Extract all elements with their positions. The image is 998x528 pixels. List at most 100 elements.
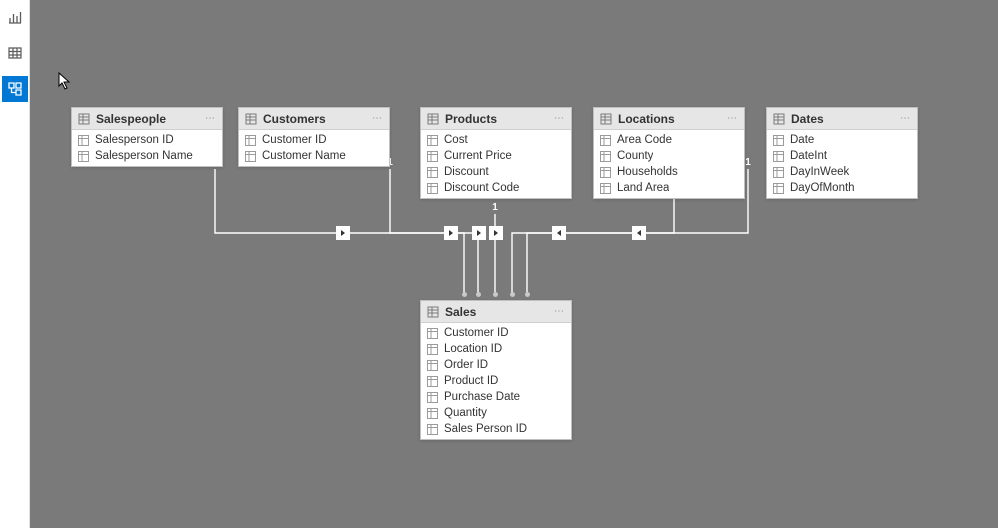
entity-salespeople[interactable]: Salespeople ⋯ Salesperson IDSalesperson … [71, 107, 223, 167]
entity-header[interactable]: Products ⋯ [421, 108, 571, 130]
cardinality-many [493, 292, 498, 297]
entity-title: Products [445, 112, 554, 126]
entity-customers[interactable]: Customers ⋯ Customer ID Customer Name [238, 107, 390, 167]
entity-title: Salespeople [96, 112, 205, 126]
field-name: Land Area [617, 182, 669, 194]
field-name: DateInt [790, 150, 827, 162]
entity-fields: Salesperson ID Salesperson Name [72, 130, 222, 166]
column-icon [427, 167, 438, 178]
entity-menu[interactable]: ⋯ [554, 306, 565, 317]
field-row[interactable]: DateInt [767, 148, 917, 164]
column-icon [600, 135, 611, 146]
entity-locations[interactable]: Locations ⋯ Area Code County Households Lan… [593, 107, 745, 199]
field-name: Discount Code [444, 182, 519, 194]
cardinality-many [462, 292, 467, 297]
entity-menu[interactable]: ⋯ [205, 113, 216, 124]
field-row[interactable]: Households [594, 164, 744, 180]
table-icon [78, 113, 90, 125]
cardinality-many [525, 292, 530, 297]
field-row[interactable]: Order ID [421, 357, 571, 373]
entity-menu[interactable]: ⋯ [372, 113, 383, 124]
column-icon [427, 328, 438, 339]
bar-chart-icon [7, 9, 23, 25]
entity-fields: Customer ID Location ID Order ID Product ID… [421, 323, 571, 439]
field-row[interactable]: Purchase Date [421, 389, 571, 405]
field-name: Salesperson ID [95, 134, 174, 146]
entity-header[interactable]: Customers ⋯ [239, 108, 389, 130]
cursor-icon [58, 72, 72, 90]
field-name: DayInWeek [790, 166, 849, 178]
column-icon [773, 183, 784, 194]
field-row[interactable]: Product ID [421, 373, 571, 389]
data-view-button[interactable] [2, 40, 28, 66]
field-row[interactable]: Sales Person ID [421, 421, 571, 437]
field-name: Current Price [444, 150, 512, 162]
entity-dates[interactable]: Dates ⋯ Date DateInt DayInWeek DayOfMonth [766, 107, 918, 199]
table-icon [245, 113, 257, 125]
column-icon [773, 135, 784, 146]
report-view-button[interactable] [2, 4, 28, 30]
entity-fields: Area Code County Households Land Area [594, 130, 744, 198]
column-icon [773, 151, 784, 162]
field-row[interactable]: Salesperson Name [72, 148, 222, 164]
field-name: DayOfMonth [790, 182, 855, 194]
entity-header[interactable]: Locations ⋯ [594, 108, 744, 130]
field-row[interactable]: Date [767, 132, 917, 148]
relationship-arrow [489, 226, 503, 240]
field-name: Salesperson Name [95, 150, 193, 162]
field-name: Date [790, 134, 814, 146]
column-icon [78, 135, 89, 146]
model-canvas[interactable]: 1 1 1 1 Salespeople ⋯ Salesperson IDSale… [30, 0, 998, 528]
entity-title: Locations [618, 112, 727, 126]
entity-menu[interactable]: ⋯ [727, 113, 738, 124]
entity-header[interactable]: Dates ⋯ [767, 108, 917, 130]
column-icon [427, 183, 438, 194]
entity-menu[interactable]: ⋯ [554, 113, 565, 124]
model-view-button[interactable] [2, 76, 28, 102]
field-row[interactable]: Discount [421, 164, 571, 180]
entity-products[interactable]: Products ⋯ Cost Current Price Discount Disc… [420, 107, 572, 199]
relationship-arrow [632, 226, 646, 240]
field-row[interactable]: Quantity [421, 405, 571, 421]
entity-sales[interactable]: Sales ⋯ Customer ID Location ID Order ID Pr… [420, 300, 572, 440]
field-name: Customer ID [262, 134, 327, 146]
column-icon [427, 408, 438, 419]
relationship-links [30, 0, 998, 528]
table-icon [427, 306, 439, 318]
field-row[interactable]: Area Code [594, 132, 744, 148]
field-name: Customer Name [262, 150, 346, 162]
field-row[interactable]: DayInWeek [767, 164, 917, 180]
entity-menu[interactable]: ⋯ [900, 113, 911, 124]
column-icon [600, 183, 611, 194]
field-name: Discount [444, 166, 489, 178]
field-row[interactable]: Customer Name [239, 148, 389, 164]
field-row[interactable]: Cost [421, 132, 571, 148]
column-icon [427, 344, 438, 355]
entity-header[interactable]: Sales ⋯ [421, 301, 571, 323]
field-row[interactable]: Current Price [421, 148, 571, 164]
entity-header[interactable]: Salespeople ⋯ [72, 108, 222, 130]
column-icon [773, 167, 784, 178]
cardinality-many [476, 292, 481, 297]
field-row[interactable]: Discount Code [421, 180, 571, 196]
table-icon [7, 45, 23, 61]
model-icon [7, 81, 23, 97]
field-row[interactable]: Customer ID [421, 325, 571, 341]
field-row[interactable]: DayOfMonth [767, 180, 917, 196]
entity-title: Sales [445, 305, 554, 319]
column-icon [245, 135, 256, 146]
field-row[interactable]: Salesperson ID [72, 132, 222, 148]
column-icon [427, 424, 438, 435]
table-icon [600, 113, 612, 125]
field-row[interactable]: Land Area [594, 180, 744, 196]
nav-sidebar [0, 0, 30, 528]
field-name: Location ID [444, 343, 502, 355]
field-name: County [617, 150, 653, 162]
field-row[interactable]: Customer ID [239, 132, 389, 148]
field-row[interactable]: County [594, 148, 744, 164]
entity-title: Customers [263, 112, 372, 126]
field-row[interactable]: Location ID [421, 341, 571, 357]
field-name: Area Code [617, 134, 672, 146]
cardinality-one: 1 [490, 202, 500, 214]
field-name: Order ID [444, 359, 488, 371]
